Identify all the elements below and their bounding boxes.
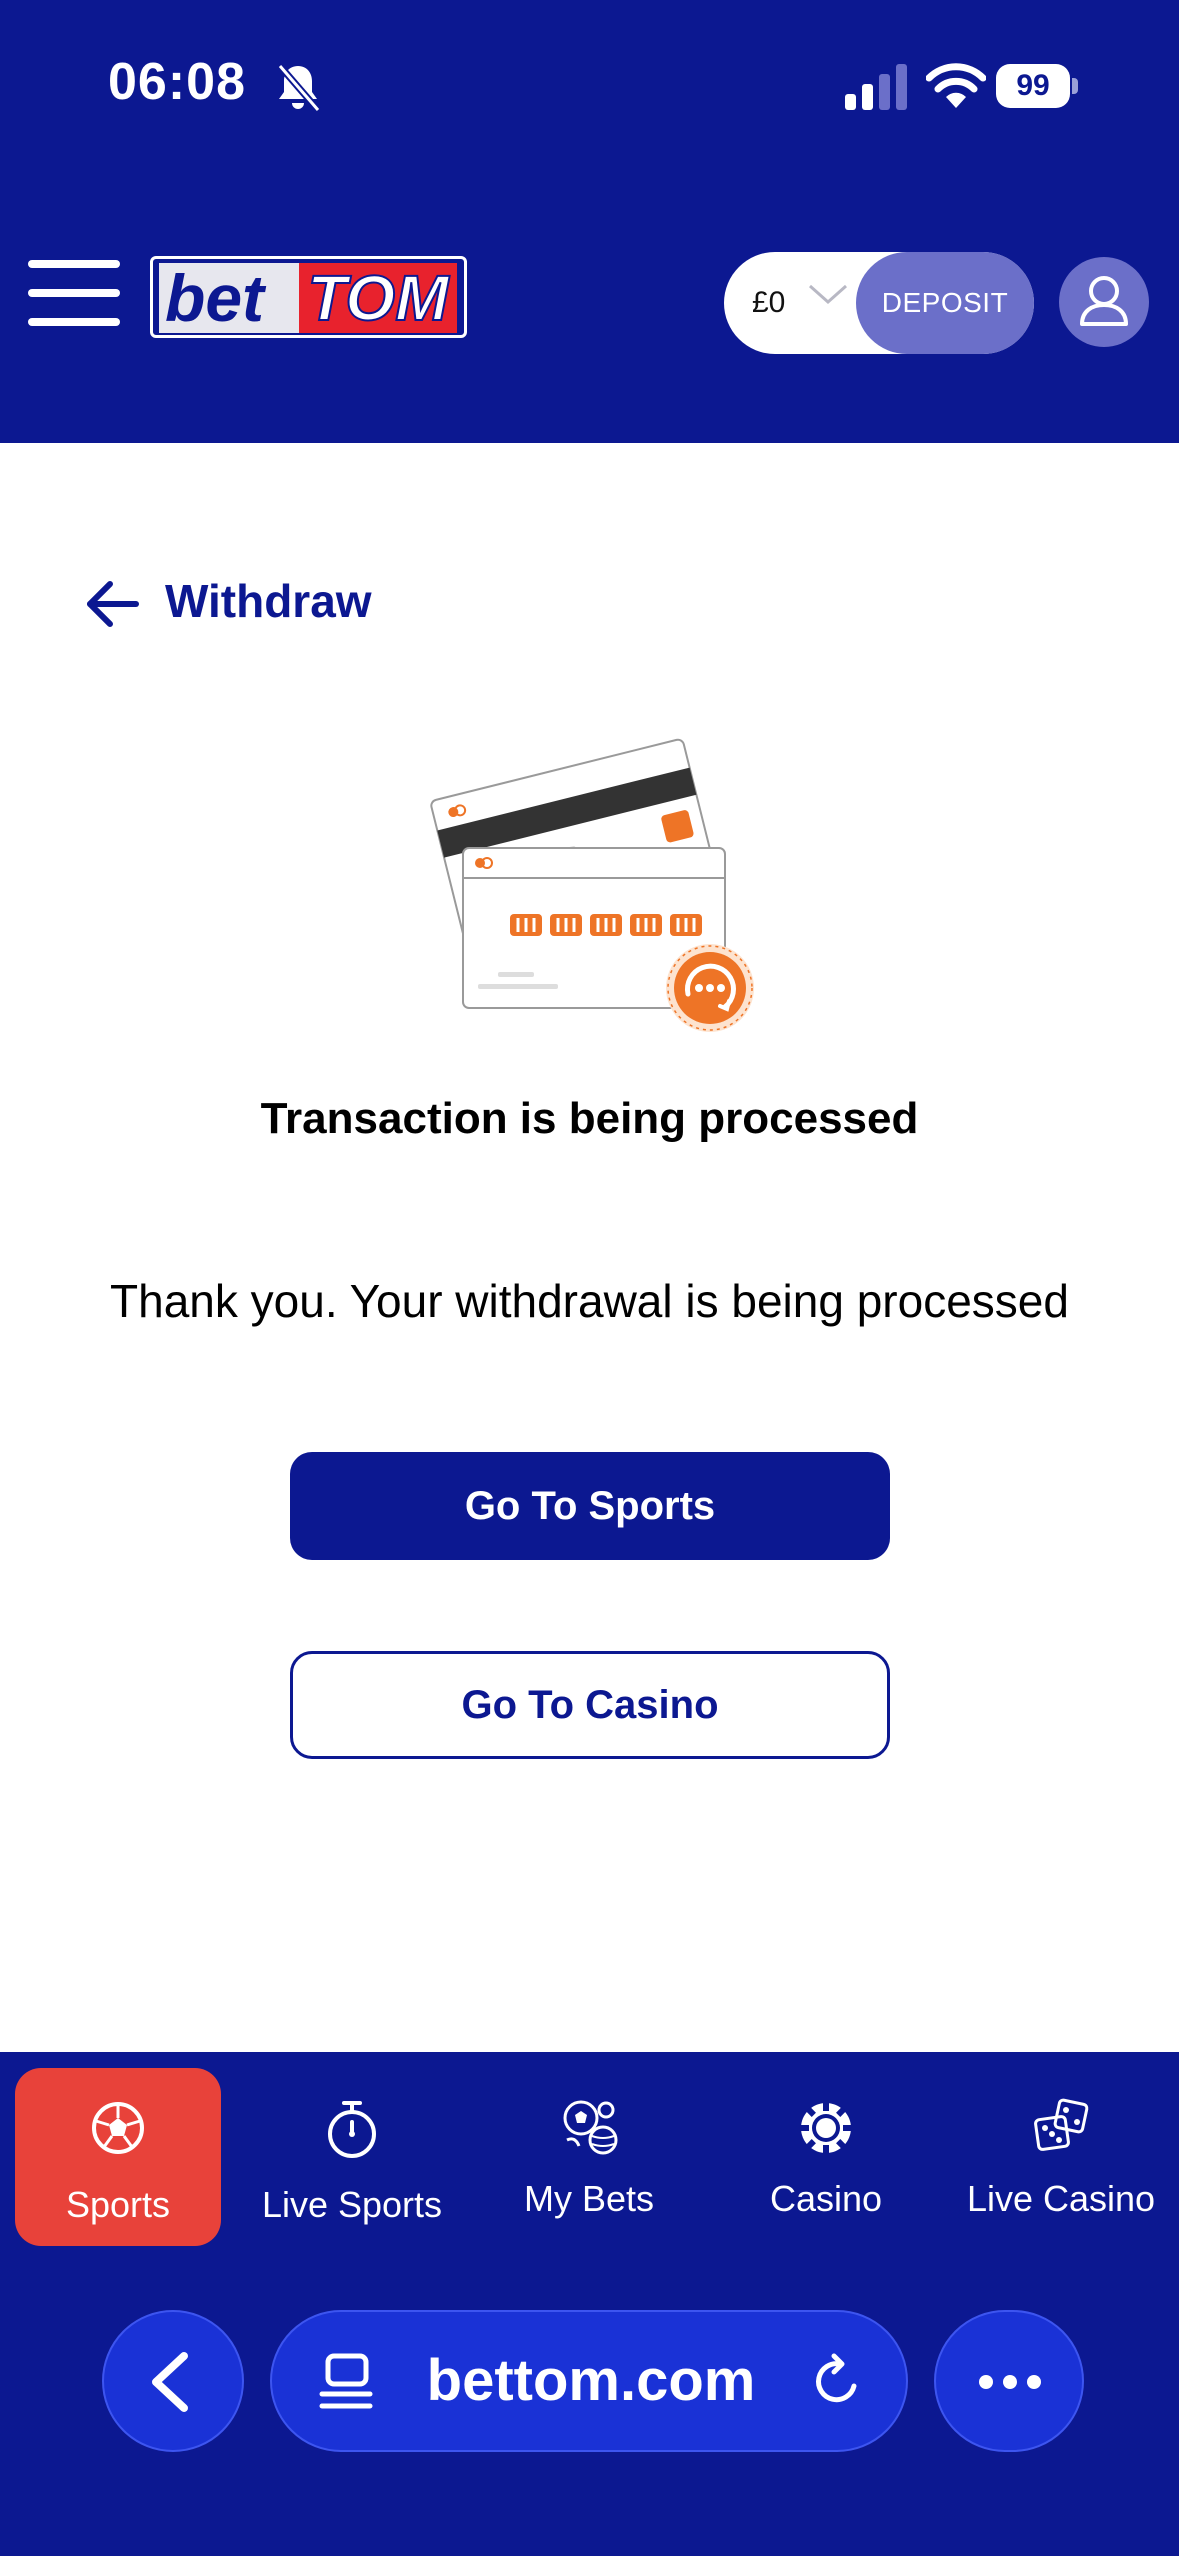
browser-more-button[interactable] [934,2310,1084,2452]
browser-back-button[interactable] [102,2310,244,2452]
card-processing-illustration [430,738,754,1032]
nav-label-live-sports: Live Sports [261,2184,443,2225]
back-chevron-icon [152,2352,188,2412]
nav-item-my-bets[interactable]: My Bets [483,2068,695,2246]
account-button[interactable] [1059,257,1149,347]
logo-tom-text: TOM [299,262,457,334]
back-arrow-icon[interactable] [84,578,140,630]
soccer-ball-icon [92,2102,144,2154]
wifi-icon [926,63,986,108]
stopwatch-icon [328,2101,376,2158]
balance-value[interactable]: £0 [752,252,785,354]
battery-tip [1072,78,1078,94]
chevron-down-icon[interactable] [804,280,852,310]
wallet-pill: £0 DEPOSIT [724,252,1034,354]
bettom-logo[interactable]: bet TOM [150,256,467,338]
page-title: Withdraw [165,575,372,627]
nav-label-sports: Sports [65,2184,171,2225]
logo-bet-text: bet [159,263,305,333]
bottom-navigation: Sports Live Sports My Bets Casino Live C… [0,2052,1179,2556]
nav-item-live-casino[interactable]: Live Casino [957,2068,1165,2246]
header-bar: 06:08 99 bet TOM £0 DEPOSIT [0,0,1179,443]
battery-level: 99 [1016,69,1050,102]
status-title: Transaction is being processed [260,1094,919,1143]
sports-balls-icon [563,2100,618,2155]
go-to-casino-button[interactable]: Go To Casino [290,1651,890,1759]
nav-label-my-bets: My Bets [523,2178,655,2219]
status-message: Thank you. Your withdrawal is being proc… [110,1275,1069,1327]
nav-label-casino: Casino [769,2178,883,2219]
address-bar[interactable]: bettom.com [270,2310,908,2452]
nav-item-sports[interactable]: Sports [15,2068,221,2246]
more-icon [979,2375,1041,2389]
user-icon [1080,276,1128,326]
nav-item-casino[interactable]: Casino [720,2068,932,2246]
battery-icon: 99 [996,64,1078,108]
casino-chip-icon [801,2103,851,2153]
go-to-sports-button[interactable]: Go To Sports [290,1452,890,1560]
signal-icon [845,64,907,110]
hamburger-menu-icon[interactable] [28,260,120,326]
dice-icon [1034,2098,1089,2151]
reload-icon[interactable] [806,2350,870,2414]
bell-slash-icon [277,63,321,113]
deposit-button[interactable]: DEPOSIT [856,252,1034,354]
nav-label-live-casino: Live Casino [966,2178,1156,2219]
nav-item-live-sports[interactable]: Live Sports [246,2068,458,2246]
status-time: 06:08 [108,53,246,111]
